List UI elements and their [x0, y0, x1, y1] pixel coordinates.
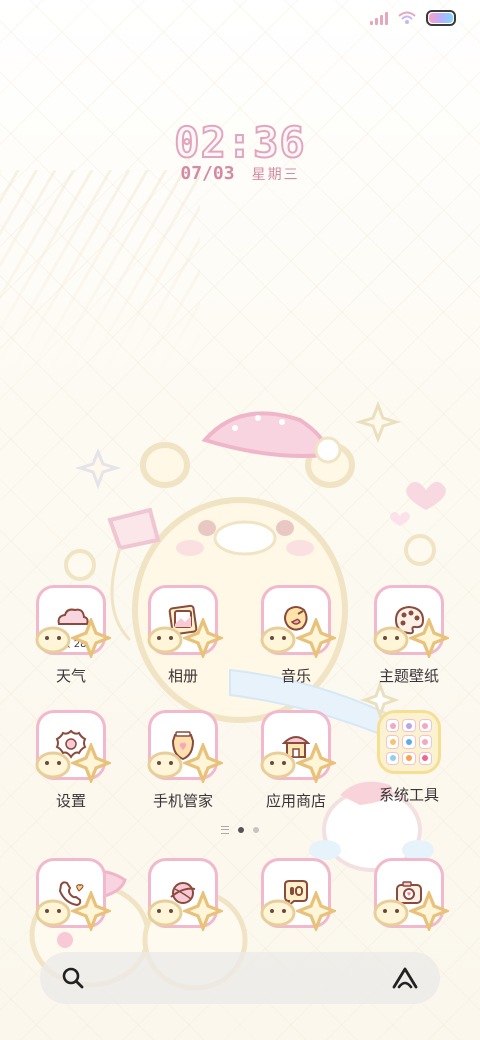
app-settings[interactable]: 设置 [16, 710, 126, 811]
store-icon-tile [260, 710, 336, 783]
music-icon-tile [260, 585, 336, 658]
bear-badge-icon [260, 751, 296, 779]
weekday-text: 星期三 [251, 167, 300, 183]
bear-badge-icon [373, 626, 409, 654]
app-label: 天气 [55, 667, 86, 685]
settings-icon-tile [35, 710, 111, 783]
wifi-icon [398, 11, 416, 24]
folder-system-tools[interactable]: 系统工具 [354, 710, 464, 805]
app-gallery[interactable]: 相册 [128, 585, 238, 686]
star-badge-icon [71, 618, 111, 658]
star-badge-icon [409, 891, 449, 931]
bear-badge-icon [373, 899, 409, 927]
app-label: 手机管家 [152, 792, 213, 810]
app-themes[interactable]: 主题壁纸 [354, 585, 464, 686]
page-dot-active[interactable] [238, 827, 244, 833]
messages-icon-tile [260, 858, 336, 931]
bear-badge-icon [35, 626, 71, 654]
star-badge-icon [296, 891, 336, 931]
clock-time[interactable]: 02:36 [0, 117, 480, 168]
bear-badge-icon [147, 899, 183, 927]
page-indicator[interactable] [0, 826, 480, 834]
status-bar [370, 10, 456, 26]
app-label: 主题壁纸 [378, 667, 439, 685]
page-dot[interactable] [253, 827, 259, 833]
dock-camera[interactable] [354, 858, 464, 931]
app-security[interactable]: 手机管家 [128, 710, 238, 811]
camera-icon-tile [373, 858, 449, 931]
browser-icon-tile [147, 858, 223, 931]
folder-icon [377, 710, 441, 774]
date-text: 07/03 [180, 163, 235, 184]
bear-badge-icon [260, 899, 296, 927]
security-icon-tile [147, 710, 223, 783]
gallery-icon-tile [147, 585, 223, 658]
assistant-icon[interactable] [390, 965, 420, 991]
app-label: 设置 [55, 792, 86, 810]
dock-phone[interactable] [16, 858, 126, 931]
star-badge-icon [183, 618, 223, 658]
signal-bars-icon [370, 11, 388, 25]
bear-badge-icon [260, 626, 296, 654]
app-label: 系统工具 [378, 786, 439, 804]
star-badge-icon [183, 743, 223, 783]
bear-badge-icon [35, 899, 71, 927]
clock-date[interactable]: 07/03 星期三 [0, 163, 480, 184]
bear-badge-icon [147, 626, 183, 654]
star-badge-icon [409, 618, 449, 658]
star-badge-icon [71, 891, 111, 931]
wallpaper-stripes [0, 170, 200, 370]
search-icon[interactable] [60, 965, 86, 991]
search-bar[interactable] [40, 952, 440, 1004]
star-badge-icon [296, 618, 336, 658]
weather-icon-tile: 多云 28° [35, 585, 111, 658]
phone-icon-tile [35, 858, 111, 931]
star-badge-icon [71, 743, 111, 783]
app-weather[interactable]: 多云 28° 天气 [16, 585, 126, 686]
dock-browser[interactable] [128, 858, 238, 931]
app-label: 应用商店 [265, 792, 326, 810]
dock-messages[interactable] [241, 858, 351, 931]
app-music[interactable]: 音乐 [241, 585, 351, 686]
bear-badge-icon [35, 751, 71, 779]
app-label: 相册 [167, 667, 198, 685]
bear-badge-icon [147, 751, 183, 779]
star-badge-icon [296, 743, 336, 783]
themes-icon-tile [373, 585, 449, 658]
app-label: 音乐 [280, 667, 311, 685]
minus-one-screen-indicator[interactable] [221, 826, 229, 834]
star-badge-icon [183, 891, 223, 931]
app-store[interactable]: 应用商店 [241, 710, 351, 811]
battery-icon [426, 10, 456, 26]
